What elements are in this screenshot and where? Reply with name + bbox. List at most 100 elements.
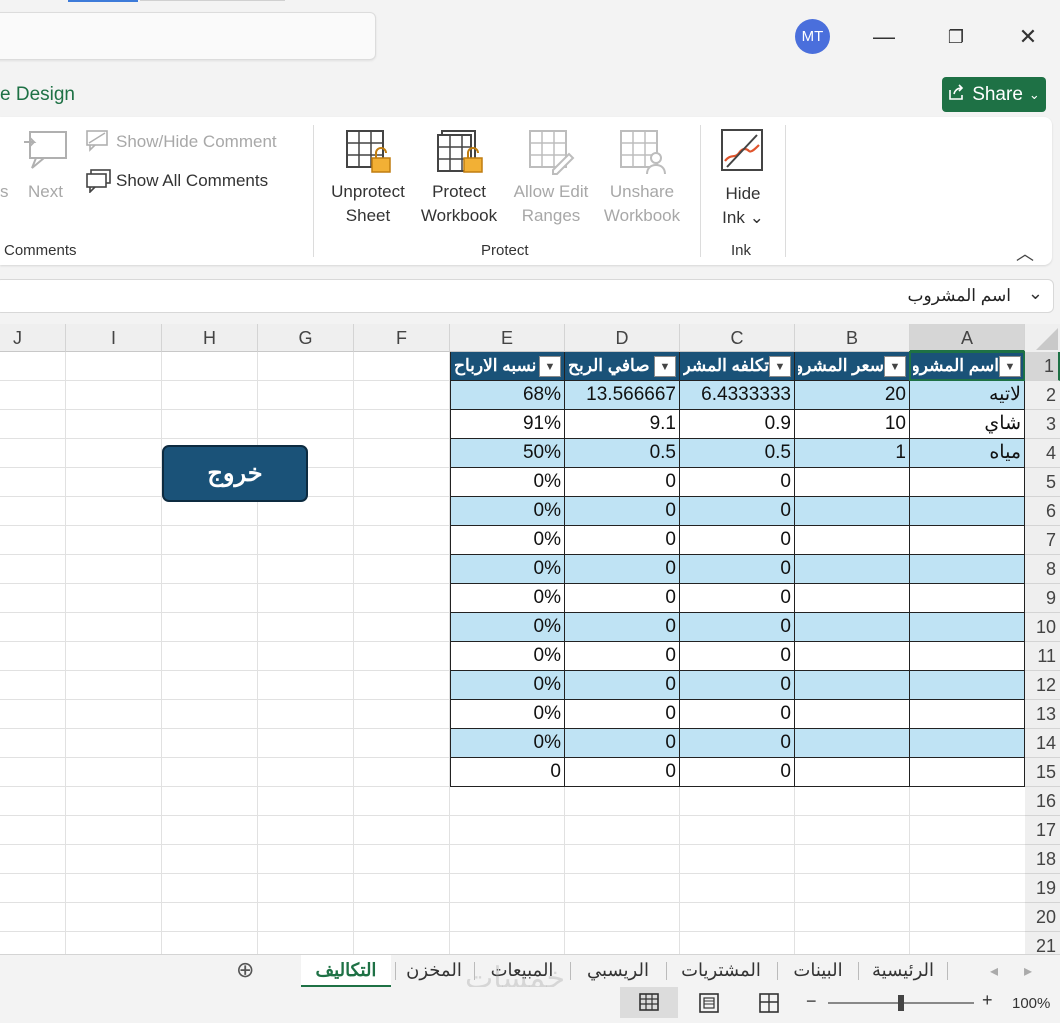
row-header[interactable]: 15 <box>1025 758 1060 787</box>
allow-edit-ranges-button[interactable]: Allow Edit Ranges <box>507 180 595 228</box>
table-cell[interactable] <box>910 526 1025 555</box>
table-cell[interactable]: 0 <box>680 671 795 700</box>
table-cell[interactable]: 0 <box>680 729 795 758</box>
filter-dropdown-icon[interactable]: ▼ <box>539 355 561 377</box>
row-header[interactable]: 13 <box>1025 700 1060 729</box>
table-cell[interactable]: 0% <box>450 526 565 555</box>
sheet-tab-home[interactable]: الرئيسية <box>862 955 944 985</box>
row-header[interactable]: 16 <box>1025 787 1060 816</box>
table-cell[interactable]: 0% <box>450 642 565 671</box>
select-all-corner[interactable] <box>1025 324 1060 353</box>
sheet-nav-prev-icon[interactable]: ◂ <box>990 961 998 981</box>
column-header-i[interactable]: I <box>66 324 162 352</box>
sheet-tab-costs[interactable]: التكاليف <box>301 955 391 988</box>
table-cell[interactable] <box>795 729 910 758</box>
sheet-tab-purchases[interactable]: المشتريات <box>670 955 772 985</box>
row-header[interactable]: 10 <box>1025 613 1060 642</box>
normal-view-button[interactable] <box>620 987 678 1018</box>
table-cell[interactable]: 0 <box>565 497 680 526</box>
table-cell[interactable]: 0 <box>565 758 680 787</box>
table-cell[interactable] <box>795 584 910 613</box>
table-header-cell[interactable]: سعر المشروب▼ <box>795 352 910 381</box>
table-cell[interactable] <box>795 613 910 642</box>
table-cell[interactable]: 6.4333333 <box>680 381 795 410</box>
row-header[interactable]: 17 <box>1025 816 1060 845</box>
column-header-h[interactable]: H <box>162 324 258 352</box>
table-cell[interactable]: 0 <box>450 758 565 787</box>
column-header-b[interactable]: B <box>795 324 910 352</box>
table-cell[interactable]: 20 <box>795 381 910 410</box>
table-cell[interactable] <box>910 700 1025 729</box>
table-cell[interactable]: 91% <box>450 410 565 439</box>
table-cell[interactable]: 0% <box>450 555 565 584</box>
table-cell[interactable]: 0 <box>680 613 795 642</box>
collapse-ribbon-icon[interactable]: ︿ <box>1016 240 1034 266</box>
table-cell[interactable]: 1 <box>795 439 910 468</box>
table-cell[interactable]: 0 <box>565 584 680 613</box>
row-header[interactable]: 4 <box>1025 439 1060 468</box>
filter-dropdown-icon[interactable]: ▼ <box>654 355 676 377</box>
table-cell[interactable]: 0 <box>680 584 795 613</box>
page-break-view-icon[interactable] <box>756 992 782 1019</box>
table-cell[interactable]: 0 <box>680 642 795 671</box>
table-cell[interactable]: 0 <box>680 468 795 497</box>
add-sheet-button[interactable]: ⊕ <box>236 957 254 983</box>
search-box[interactable] <box>0 12 376 60</box>
unshare-workbook-button[interactable]: Unshare Workbook <box>597 180 687 228</box>
column-header-e[interactable]: E <box>450 324 565 352</box>
sheet-tab-inventory[interactable]: المخزن <box>398 955 470 985</box>
share-button[interactable]: Share ⌄ <box>942 77 1046 112</box>
table-cell[interactable] <box>910 497 1025 526</box>
table-cell[interactable]: 0% <box>450 671 565 700</box>
table-cell[interactable]: 0 <box>565 613 680 642</box>
row-header[interactable]: 7 <box>1025 526 1060 555</box>
table-cell[interactable]: 68% <box>450 381 565 410</box>
show-hide-comment-button[interactable]: Show/Hide Comment <box>116 130 277 154</box>
row-header[interactable]: 8 <box>1025 555 1060 584</box>
next-comment-button[interactable]: Next <box>28 180 63 204</box>
column-header-a[interactable]: A <box>910 324 1025 352</box>
table-cell[interactable] <box>795 497 910 526</box>
table-cell[interactable]: 0 <box>565 526 680 555</box>
table-cell[interactable]: 0.9 <box>680 410 795 439</box>
table-cell[interactable] <box>910 671 1025 700</box>
sheet-tab-recipe[interactable]: الريسبي <box>574 955 662 985</box>
table-cell[interactable]: 0% <box>450 497 565 526</box>
filter-dropdown-icon[interactable]: ▼ <box>999 355 1021 377</box>
ribbon-tab-active[interactable]: e Design <box>0 84 75 106</box>
zoom-level[interactable]: 100% <box>1012 995 1050 1012</box>
table-cell[interactable] <box>910 613 1025 642</box>
table-cell[interactable] <box>795 468 910 497</box>
table-cell[interactable]: لاتيه <box>910 381 1025 410</box>
table-cell[interactable] <box>910 758 1025 787</box>
row-header[interactable]: 5 <box>1025 468 1060 497</box>
table-cell[interactable] <box>795 555 910 584</box>
table-cell[interactable] <box>910 468 1025 497</box>
table-cell[interactable]: 0% <box>450 729 565 758</box>
table-cell[interactable] <box>910 584 1025 613</box>
spreadsheet-grid[interactable]: A B C D E F G H I J 1 2 3 4 5 6 7 8 9 10 11 12 13 14 1… <box>0 324 1060 954</box>
table-cell[interactable]: 0 <box>565 642 680 671</box>
filter-dropdown-icon[interactable]: ▼ <box>884 355 906 377</box>
hide-ink-button[interactable]: Hide Ink ⌄ <box>712 182 774 230</box>
row-header[interactable]: 14 <box>1025 729 1060 758</box>
table-cell[interactable]: 0.5 <box>565 439 680 468</box>
page-layout-view-icon[interactable] <box>696 992 722 1019</box>
row-header[interactable]: 9 <box>1025 584 1060 613</box>
table-cell[interactable] <box>910 729 1025 758</box>
chevron-down-icon[interactable]: ⌄ <box>1028 283 1043 304</box>
table-cell[interactable]: 0% <box>450 700 565 729</box>
sheet-tab-data[interactable]: البينات <box>781 955 855 985</box>
table-cell[interactable] <box>795 700 910 729</box>
row-header[interactable]: 1 <box>1025 352 1060 381</box>
table-cell[interactable]: 0 <box>565 729 680 758</box>
minimize-button[interactable]: — <box>869 22 899 52</box>
row-header[interactable]: 18 <box>1025 845 1060 874</box>
table-cell[interactable]: 0 <box>680 555 795 584</box>
table-cell[interactable]: 50% <box>450 439 565 468</box>
zoom-out-button[interactable]: − <box>806 991 817 1012</box>
table-cell[interactable] <box>795 758 910 787</box>
table-cell[interactable]: 13.566667 <box>565 381 680 410</box>
table-cell[interactable]: 0 <box>680 497 795 526</box>
zoom-slider-thumb[interactable] <box>898 995 904 1011</box>
